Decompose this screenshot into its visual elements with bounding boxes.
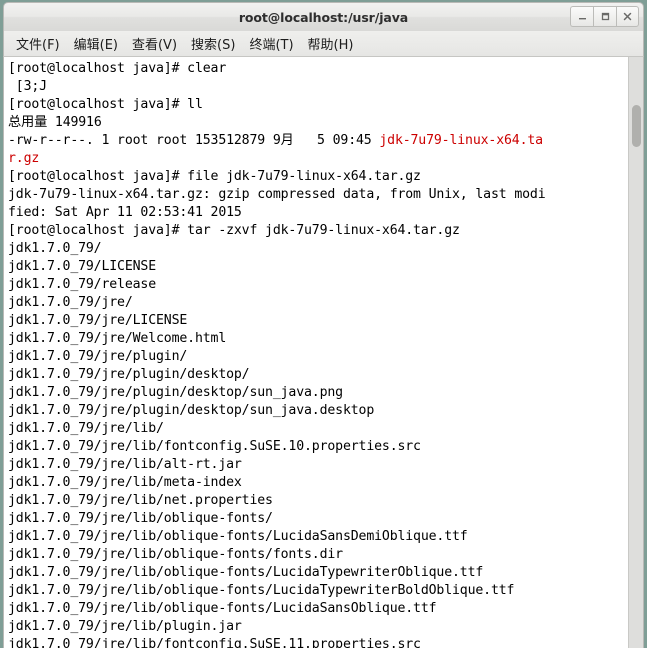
terminal-line: fied: Sat Apr 11 02:53:41 2015 bbox=[8, 205, 242, 220]
terminal-line: jdk1.7.0_79/jre/lib/plugin.jar bbox=[8, 619, 242, 634]
terminal-line: [root@localhost java]# clear bbox=[8, 61, 227, 76]
menu-item-terminal[interactable]: 终端(T) bbox=[242, 32, 300, 55]
terminal-window: root@localhost:/usr/java 文件(F) 编辑(E) 查看(… bbox=[0, 0, 647, 648]
terminal-line: jdk1.7.0_79/jre/lib/oblique-fonts/Lucida… bbox=[8, 529, 468, 544]
terminal-line: jdk1.7.0_79/jre/lib/ bbox=[8, 421, 164, 436]
menu-bar: 文件(F) 编辑(E) 查看(V) 搜索(S) 终端(T) 帮助(H) bbox=[3, 31, 644, 57]
terminal-line: jdk1.7.0_79/jre/lib/oblique-fonts/Lucida… bbox=[8, 583, 515, 598]
terminal-line: jdk1.7.0_79/jre/lib/meta-index bbox=[8, 475, 242, 490]
close-button[interactable] bbox=[616, 6, 639, 27]
terminal-line: [root@localhost java]# file jdk-7u79-lin… bbox=[8, 169, 421, 184]
close-icon bbox=[623, 12, 632, 21]
minimize-button[interactable] bbox=[570, 6, 593, 27]
menu-item-file[interactable]: 文件(F) bbox=[9, 32, 67, 55]
terminal-line: jdk1.7.0_79/LICENSE bbox=[8, 259, 157, 274]
window-controls bbox=[570, 6, 639, 27]
terminal-line: jdk1.7.0_79/ bbox=[8, 241, 102, 256]
terminal-line: jdk1.7.0_79/jre/lib/fontconfig.SuSE.11.p… bbox=[8, 637, 421, 648]
terminal-line: jdk1.7.0_79/jre/lib/oblique-fonts/Lucida… bbox=[8, 601, 437, 616]
terminal-line: jdk1.7.0_79/jre/LICENSE bbox=[8, 313, 188, 328]
terminal-area: [root@localhost java]# clear [3;J [root@l… bbox=[3, 57, 644, 648]
maximize-icon bbox=[601, 12, 609, 21]
menu-item-view[interactable]: 查看(V) bbox=[125, 32, 184, 55]
window-title: root@localhost:/usr/java bbox=[238, 9, 409, 25]
terminal-line: jdk1.7.0_79/jre/lib/fontconfig.SuSE.10.p… bbox=[8, 439, 421, 454]
terminal-line: jdk1.7.0_79/jre/lib/oblique-fonts/fonts.… bbox=[8, 547, 343, 562]
terminal-line: [root@localhost java]# ll bbox=[8, 97, 203, 112]
title-bar[interactable]: root@localhost:/usr/java bbox=[3, 2, 644, 31]
archive-filename: jdk-7u79-linux-x64.ta bbox=[379, 133, 543, 148]
terminal-line: jdk1.7.0_79/jre/lib/alt-rt.jar bbox=[8, 457, 242, 472]
terminal-line: jdk1.7.0_79/jre/lib/oblique-fonts/ bbox=[8, 511, 273, 526]
scrollbar-thumb[interactable] bbox=[632, 105, 641, 147]
terminal-line: jdk1.7.0_79/release bbox=[8, 277, 157, 292]
terminal-line: [3;J bbox=[8, 79, 47, 94]
terminal-line: jdk1.7.0_79/jre/plugin/desktop/sun_java.… bbox=[8, 403, 375, 418]
terminal-line: jdk1.7.0_79/jre/plugin/desktop/ bbox=[8, 367, 250, 382]
terminal-line: 总用量 149916 bbox=[8, 115, 102, 130]
terminal-line: -rw-r--r--. 1 root root 153512879 9月 5 0… bbox=[8, 133, 543, 148]
terminal-line: r.gz bbox=[8, 151, 40, 166]
menu-item-help[interactable]: 帮助(H) bbox=[301, 32, 361, 55]
terminal-line: jdk1.7.0_79/jre/plugin/ bbox=[8, 349, 188, 364]
menu-item-search[interactable]: 搜索(S) bbox=[184, 32, 242, 55]
terminal-line: jdk1.7.0_79/jre/plugin/desktop/sun_java.… bbox=[8, 385, 343, 400]
terminal-output[interactable]: [root@localhost java]# clear [3;J [root@l… bbox=[4, 57, 628, 648]
terminal-line: jdk1.7.0_79/jre/lib/net.properties bbox=[8, 493, 273, 508]
terminal-line: jdk-7u79-linux-x64.tar.gz: gzip compress… bbox=[8, 187, 546, 202]
minimize-icon bbox=[578, 18, 586, 20]
maximize-button[interactable] bbox=[593, 6, 616, 27]
terminal-line: [root@localhost java]# tar -zxvf jdk-7u7… bbox=[8, 223, 460, 238]
terminal-line: jdk1.7.0_79/jre/lib/oblique-fonts/Lucida… bbox=[8, 565, 484, 580]
terminal-scrollbar[interactable] bbox=[628, 57, 643, 648]
menu-item-edit[interactable]: 编辑(E) bbox=[67, 32, 125, 55]
terminal-line: jdk1.7.0_79/jre/Welcome.html bbox=[8, 331, 227, 346]
terminal-line: jdk1.7.0_79/jre/ bbox=[8, 295, 133, 310]
